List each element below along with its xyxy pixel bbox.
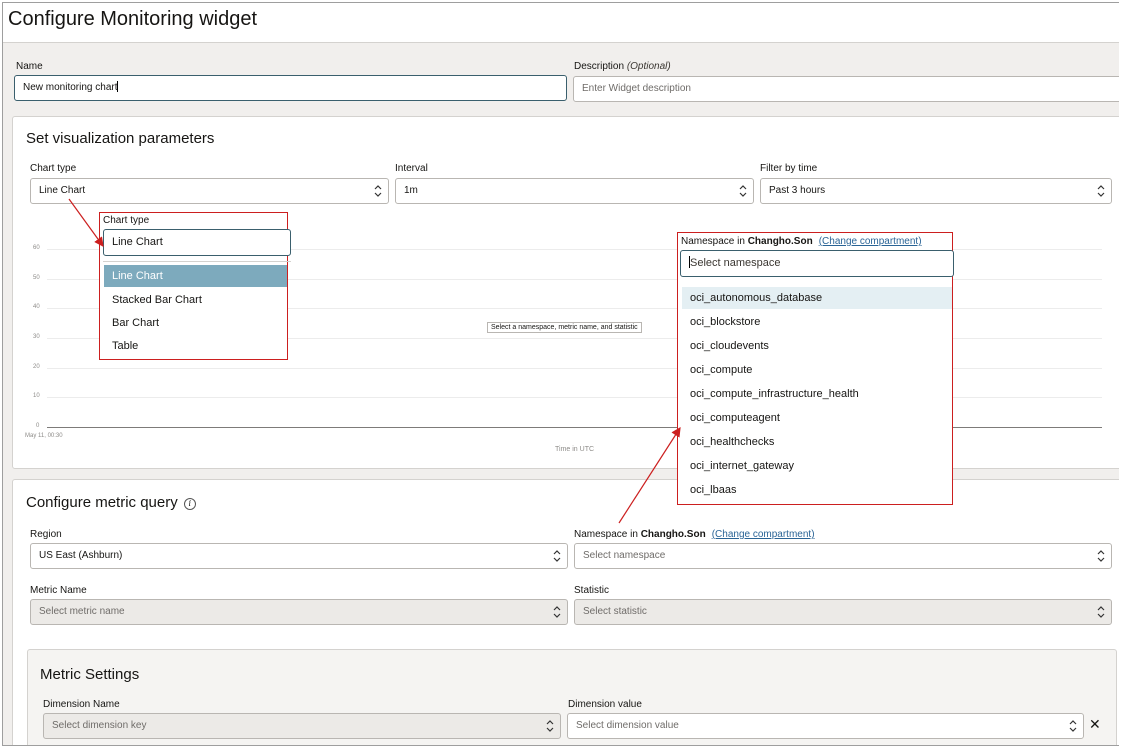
dimension-value-select[interactable]: Select dimension value	[567, 713, 1084, 739]
chevron-up-down-icon	[546, 720, 554, 732]
y-tick: 10	[33, 393, 40, 399]
statistic-label: Statistic	[574, 585, 610, 596]
filter-time-select[interactable]: Past 3 hours	[760, 178, 1112, 204]
description-input[interactable]: Enter Widget description	[573, 76, 1119, 102]
namespace-option[interactable]: oci_computeagent	[682, 407, 952, 429]
name-input-value: New monitoring chart	[23, 82, 118, 93]
chart-type-popup: Chart type Line Chart Line Chart Stacked…	[99, 212, 291, 360]
dimension-name-label: Dimension Name	[43, 699, 120, 710]
empty-chart-message: Select a namespace, metric name, and sta…	[487, 322, 642, 333]
name-input[interactable]: New monitoring chart	[14, 75, 567, 101]
metric-name-label: Metric Name	[30, 585, 87, 596]
statistic-select[interactable]: Select statistic	[574, 599, 1112, 625]
popup-chart-type-label: Chart type	[103, 215, 150, 226]
metric-query-title-text: Configure metric query	[26, 494, 178, 511]
popup-chart-type-input[interactable]: Line Chart	[103, 229, 291, 256]
dimension-value-label: Dimension value	[568, 699, 642, 710]
statistic-placeholder: Select statistic	[583, 606, 647, 617]
y-tick: 30	[33, 334, 40, 340]
chevron-up-down-icon	[553, 606, 561, 618]
y-tick: 20	[33, 364, 40, 370]
chevron-up-down-icon	[739, 185, 747, 197]
y-tick: 50	[33, 275, 40, 281]
filter-time-label: Filter by time	[760, 163, 818, 174]
region-value: US East (Ashburn)	[39, 550, 123, 561]
popup-namespace-label: Namespace in Changho.Son (Change compartm…	[681, 236, 922, 247]
namespace-popup: Namespace in Changho.Son (Change compartm…	[677, 232, 954, 505]
namespace-option[interactable]: oci_autonomous_database	[682, 287, 952, 309]
namespace-select[interactable]: Select namespace	[574, 543, 1112, 569]
optional-tag: (Optional)	[626, 61, 671, 72]
page-title: Configure Monitoring widget	[8, 8, 258, 30]
name-label: Name	[16, 61, 43, 72]
filter-time-value: Past 3 hours	[769, 185, 826, 196]
chevron-up-down-icon	[374, 185, 382, 197]
chart-type-label: Chart type	[30, 163, 77, 174]
namespace-option[interactable]: oci_healthchecks	[682, 431, 952, 453]
divider	[103, 261, 291, 262]
interval-select[interactable]: 1m	[395, 178, 754, 204]
chart-type-select[interactable]: Line Chart	[30, 178, 389, 204]
dimension-name-placeholder: Select dimension key	[52, 720, 147, 731]
description-label-text: Description	[574, 61, 625, 72]
namespace-label-prefix: Namespace in	[574, 529, 638, 540]
chart-type-option[interactable]: Bar Chart	[104, 312, 287, 334]
description-label: Description (Optional)	[574, 61, 671, 72]
namespace-placeholder: Select namespace	[583, 550, 666, 561]
chevron-up-down-icon	[1097, 606, 1105, 618]
metric-settings-title: Metric Settings	[40, 666, 140, 683]
y-tick: 0	[36, 423, 40, 429]
chevron-up-down-icon	[1097, 185, 1105, 197]
y-tick: 40	[33, 304, 40, 310]
namespace-option[interactable]: oci_internet_gateway	[682, 455, 952, 477]
change-compartment-link[interactable]: (Change compartment)	[712, 529, 815, 540]
y-tick: 60	[33, 245, 40, 251]
namespace-option[interactable]: oci_compute_infrastructure_health	[682, 383, 952, 405]
namespace-compartment: Changho.Son	[640, 529, 706, 540]
namespace-label: Namespace in Changho.Son (Change compartm…	[574, 529, 815, 540]
popup-namespace-input[interactable]: Select namespace	[680, 250, 954, 277]
dimension-value-placeholder: Select dimension value	[576, 720, 679, 731]
popup-change-compartment-link[interactable]: (Change compartment)	[819, 236, 922, 247]
chart-type-value: Line Chart	[39, 185, 86, 196]
chart-type-option[interactable]: Line Chart	[104, 265, 287, 287]
interval-value: 1m	[404, 185, 418, 196]
chart-type-option[interactable]: Table	[104, 335, 287, 357]
region-select[interactable]: US East (Ashburn)	[30, 543, 568, 569]
close-icon[interactable]: ✕	[1089, 716, 1101, 733]
chevron-up-down-icon	[1069, 720, 1077, 732]
metric-query-title: Configure metric query i	[26, 494, 196, 511]
dialog-header: Configure Monitoring widget	[3, 3, 1119, 43]
visualization-title: Set visualization parameters	[26, 130, 215, 147]
metric-name-placeholder: Select metric name	[39, 606, 125, 617]
metric-name-select[interactable]: Select metric name	[30, 599, 568, 625]
interval-label: Interval	[395, 163, 428, 174]
popup-namespace-prefix: Namespace in	[681, 236, 745, 247]
namespace-option[interactable]: oci_lbaas	[682, 479, 952, 501]
x-tick: May 11, 00:30	[25, 433, 63, 439]
region-label: Region	[30, 529, 62, 540]
namespace-option[interactable]: oci_cloudevents	[682, 335, 952, 357]
namespace-option[interactable]: oci_compute	[682, 359, 952, 381]
chevron-up-down-icon	[553, 550, 561, 562]
chevron-up-down-icon	[1097, 550, 1105, 562]
popup-namespace-placeholder: Select namespace	[690, 257, 781, 269]
info-icon[interactable]: i	[183, 498, 196, 510]
x-axis-title: Time in UTC	[555, 446, 595, 453]
dimension-name-select[interactable]: Select dimension key	[43, 713, 561, 739]
popup-namespace-compartment: Changho.Son	[747, 236, 813, 247]
namespace-option[interactable]: oci_blockstore	[682, 311, 952, 333]
chart-type-option[interactable]: Stacked Bar Chart	[104, 289, 287, 311]
